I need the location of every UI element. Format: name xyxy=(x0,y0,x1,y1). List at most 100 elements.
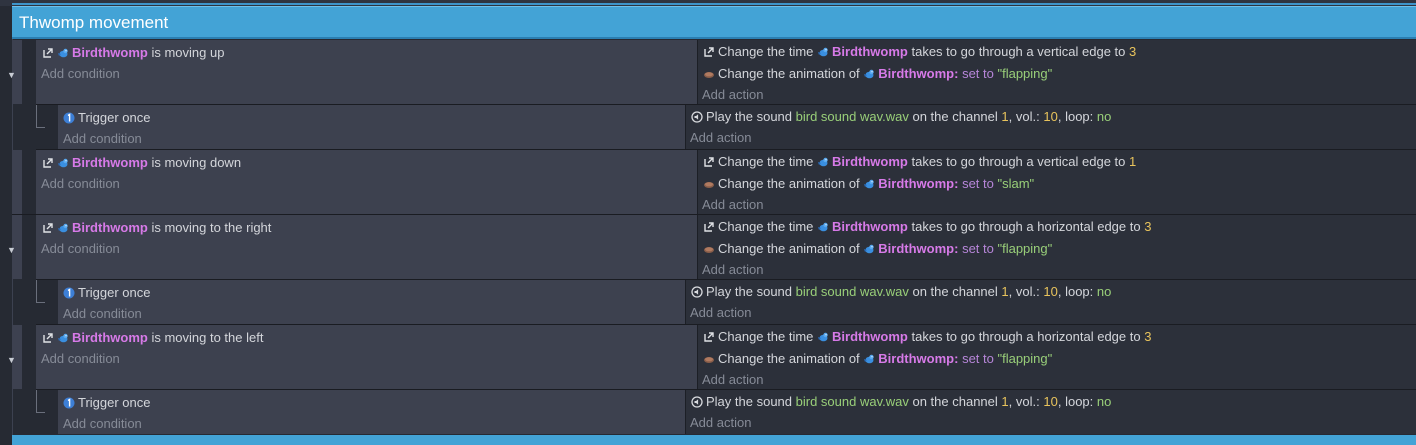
action-line[interactable]: Play the sound bird sound wav.wav on the… xyxy=(691,284,1111,300)
film-strip-icon xyxy=(703,353,715,365)
action-line[interactable]: Change the time Birdthwomp takes to go t… xyxy=(703,154,1136,170)
add-condition-button[interactable]: Add condition xyxy=(41,66,120,82)
speaker-icon xyxy=(691,396,703,408)
blue-bird-icon xyxy=(817,331,829,343)
collapse-arrow-icon[interactable]: ▼ xyxy=(7,355,16,365)
conditions-cell[interactable]: Birdthwomp is moving to the right Add co… xyxy=(36,215,698,279)
punctuation: , xyxy=(1057,109,1062,124)
condition-text: is moving up xyxy=(151,45,225,60)
condition-text: Trigger once xyxy=(78,395,151,410)
action-line[interactable]: Change the time Birdthwomp takes to go t… xyxy=(703,44,1136,60)
actions-cell[interactable]: Play the sound bird sound wav.wav on the… xyxy=(686,105,1416,149)
conditions-cell[interactable]: Birdthwomp is moving up Add condition xyxy=(36,40,698,104)
add-action-button[interactable]: Add action xyxy=(702,372,763,388)
add-action-button[interactable]: Add action xyxy=(702,262,763,278)
sub-event-row[interactable]: Trigger once Add condition Play the soun… xyxy=(46,105,1416,149)
group-title: Thwomp movement xyxy=(19,13,169,32)
add-action-button[interactable]: Add action xyxy=(690,130,751,146)
event-sheet: Thwomp movement Birdthwomp is moving up … xyxy=(0,0,1416,445)
object-name: Birdthwomp xyxy=(72,330,148,345)
object-name: Birdthwomp: xyxy=(878,241,959,256)
param-number: 10 xyxy=(1043,109,1058,124)
add-action-button[interactable]: Add action xyxy=(702,87,763,103)
bracket-arrow-icon xyxy=(42,222,54,234)
add-action-button[interactable]: Add action xyxy=(690,415,751,431)
punctuation: , xyxy=(1008,284,1013,299)
film-strip-icon xyxy=(703,243,715,255)
condition-line[interactable]: Trigger once xyxy=(63,110,151,126)
speaker-icon xyxy=(691,111,703,123)
action-line[interactable]: Change the time Birdthwomp takes to go t… xyxy=(703,219,1151,235)
add-condition-button[interactable]: Add condition xyxy=(41,176,120,192)
condition-text: is moving to the right xyxy=(151,220,272,235)
action-line[interactable]: Change the animation of Birdthwomp: set … xyxy=(703,351,1052,367)
param-string: bird sound wav.wav xyxy=(795,109,909,124)
sub-event-row[interactable]: Trigger once Add condition Play the soun… xyxy=(46,280,1416,324)
blue-bird-icon xyxy=(863,243,875,255)
param-string: bird sound wav.wav xyxy=(795,284,909,299)
action-text: Change the time xyxy=(718,44,814,59)
add-condition-button[interactable]: Add condition xyxy=(41,351,120,367)
action-text: Change the time xyxy=(718,329,814,344)
add-condition-button[interactable]: Add condition xyxy=(63,131,142,147)
condition-line[interactable]: Birdthwomp is moving up xyxy=(42,45,224,61)
event-row[interactable]: Birdthwomp is moving to the right Add co… xyxy=(12,215,1416,279)
actions-cell[interactable]: Change the time Birdthwomp takes to go t… xyxy=(698,40,1416,104)
add-condition-button[interactable]: Add condition xyxy=(63,306,142,322)
action-text: on the channel xyxy=(912,284,998,299)
object-name: Birdthwomp xyxy=(832,44,908,59)
blue-bird-icon xyxy=(57,157,69,169)
actions-cell[interactable]: Change the time Birdthwomp takes to go t… xyxy=(698,215,1416,279)
actions-cell[interactable]: Play the sound bird sound wav.wav on the… xyxy=(686,280,1416,324)
bracket-arrow-icon xyxy=(703,221,715,233)
actions-cell[interactable]: Change the time Birdthwomp takes to go t… xyxy=(698,150,1416,214)
bracket-arrow-icon xyxy=(703,331,715,343)
action-text: Change the time xyxy=(718,154,814,169)
actions-cell[interactable]: Play the sound bird sound wav.wav on the… xyxy=(686,390,1416,434)
condition-line[interactable]: Trigger once xyxy=(63,395,151,411)
add-condition-button[interactable]: Add condition xyxy=(41,241,120,257)
condition-line[interactable]: Trigger once xyxy=(63,285,151,301)
action-text: takes to go through a vertical edge to xyxy=(911,44,1126,59)
condition-line[interactable]: Birdthwomp is moving down xyxy=(42,155,241,171)
event-row[interactable]: Birdthwomp is moving up Add condition Ch… xyxy=(12,40,1416,104)
add-action-button[interactable]: Add action xyxy=(690,305,751,321)
condition-line[interactable]: Birdthwomp is moving to the right xyxy=(42,220,271,236)
blue-bird-icon xyxy=(863,68,875,80)
collapse-arrow-icon[interactable]: ▼ xyxy=(7,245,16,255)
speaker-icon xyxy=(691,286,703,298)
conditions-cell[interactable]: Birdthwomp is moving to the left Add con… xyxy=(36,325,698,389)
bracket-arrow-icon xyxy=(42,47,54,59)
group-header[interactable]: Thwomp movement xyxy=(12,6,1416,39)
conditions-cell[interactable]: Birdthwomp is moving down Add condition xyxy=(36,150,698,214)
action-line[interactable]: Change the animation of Birdthwomp: set … xyxy=(703,241,1052,257)
conditions-cell[interactable]: Trigger once Add condition xyxy=(58,280,686,324)
event-row[interactable]: Birdthwomp is moving to the left Add con… xyxy=(12,325,1416,389)
sub-event-connector xyxy=(36,280,45,303)
action-text: on the channel xyxy=(912,394,998,409)
object-name: Birdthwomp xyxy=(72,220,148,235)
condition-line[interactable]: Birdthwomp is moving to the left xyxy=(42,330,263,346)
conditions-cell[interactable]: Trigger once Add condition xyxy=(58,390,686,434)
action-line[interactable]: Play the sound bird sound wav.wav on the… xyxy=(691,394,1111,410)
punctuation: , xyxy=(1008,109,1013,124)
blue-bird-icon xyxy=(57,222,69,234)
action-line[interactable]: Play the sound bird sound wav.wav on the… xyxy=(691,109,1111,125)
action-text: vol.: xyxy=(1015,284,1040,299)
collapse-arrow-icon[interactable]: ▼ xyxy=(7,70,16,80)
event-row[interactable]: Birdthwomp is moving down Add condition … xyxy=(12,150,1416,214)
sub-event-row[interactable]: Trigger once Add condition Play the soun… xyxy=(46,390,1416,434)
actions-cell[interactable]: Change the time Birdthwomp takes to go t… xyxy=(698,325,1416,389)
add-condition-button[interactable]: Add condition xyxy=(63,416,142,432)
param-string: "flapping" xyxy=(997,66,1053,81)
action-line[interactable]: Change the animation of Birdthwomp: set … xyxy=(703,66,1052,82)
action-line[interactable]: Change the animation of Birdthwomp: set … xyxy=(703,176,1034,192)
action-text: takes to go through a horizontal edge to xyxy=(911,329,1141,344)
param-string: "flapping" xyxy=(997,351,1053,366)
conditions-cell[interactable]: Trigger once Add condition xyxy=(58,105,686,149)
add-action-button[interactable]: Add action xyxy=(702,197,763,213)
condition-text: Trigger once xyxy=(78,110,151,125)
punctuation: , xyxy=(1057,284,1062,299)
action-line[interactable]: Change the time Birdthwomp takes to go t… xyxy=(703,329,1151,345)
action-text: Change the time xyxy=(718,219,814,234)
